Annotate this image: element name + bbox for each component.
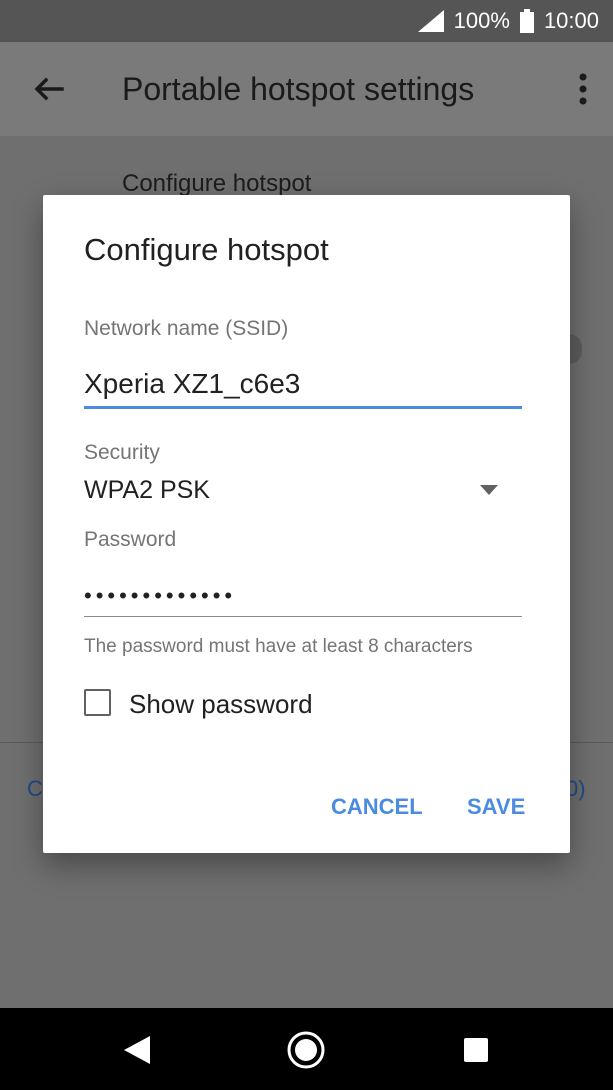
nav-recents-icon[interactable] (454, 1028, 498, 1072)
cancel-button[interactable]: CANCEL (331, 794, 423, 820)
status-bar: 100% 10:00 (0, 0, 613, 42)
navigation-bar (0, 1008, 613, 1090)
app-bar: Portable hotspot settings (0, 42, 613, 136)
ssid-input-underline (84, 406, 522, 409)
clock: 10:00 (543, 8, 599, 33)
password-helper-text: The password must have at least 8 charac… (84, 636, 473, 657)
password-input-underline (84, 616, 522, 617)
battery-percentage: 100% (453, 8, 510, 33)
ssid-label: Network name (SSID) (84, 317, 289, 340)
show-password-label[interactable]: Show password (129, 689, 313, 720)
security-dropdown[interactable]: WPA2 PSK (84, 476, 210, 505)
nav-home-icon[interactable] (284, 1028, 328, 1072)
security-label: Security (84, 441, 160, 464)
save-button[interactable]: SAVE (467, 794, 525, 820)
signal-icon (417, 10, 444, 32)
dropdown-arrow-icon[interactable] (480, 485, 498, 495)
background-configure-hotspot-label: Configure hotspot (122, 170, 312, 197)
page-title: Portable hotspot settings (122, 71, 475, 107)
configure-hotspot-dialog: Configure hotspot Network name (SSID) Xp… (43, 195, 570, 853)
dialog-title: Configure hotspot (84, 232, 329, 267)
status-indicators: 100% 10:00 (417, 0, 599, 42)
password-input[interactable]: ••••••••••••• (84, 583, 236, 609)
battery-icon (519, 9, 534, 33)
password-label: Password (84, 528, 177, 551)
ssid-input[interactable]: Xperia XZ1_c6e3 (84, 368, 300, 400)
more-options-icon[interactable] (575, 70, 591, 110)
background-left-text: C (27, 776, 43, 801)
nav-back-icon[interactable] (116, 1028, 160, 1072)
show-password-checkbox[interactable] (84, 689, 111, 716)
back-arrow-icon[interactable] (28, 70, 68, 110)
